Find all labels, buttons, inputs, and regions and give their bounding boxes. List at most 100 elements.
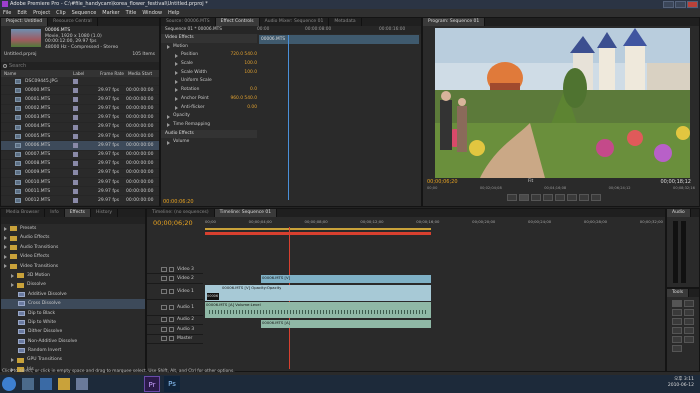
ec-property-row[interactable]: Anti-flicker 0.00 bbox=[161, 104, 257, 113]
expand-triangle-icon[interactable] bbox=[11, 358, 14, 363]
effects-tree-item[interactable]: Video Effects bbox=[1, 252, 145, 261]
tab-program[interactable]: Program: Sequence 01 bbox=[423, 18, 486, 26]
menu-marker[interactable]: Marker bbox=[102, 9, 119, 17]
track-visibility-icon[interactable] bbox=[161, 266, 167, 272]
track-lock-icon[interactable] bbox=[169, 276, 174, 282]
track-lock-icon[interactable] bbox=[169, 326, 174, 332]
close-button[interactable] bbox=[687, 1, 698, 8]
tab-audio-meters[interactable]: Audio bbox=[667, 209, 691, 217]
column-label[interactable]: Label bbox=[73, 70, 100, 77]
clip-video2[interactable]: 00006.MTS [V] bbox=[261, 275, 431, 283]
tab-metadata[interactable]: Metadata bbox=[329, 18, 362, 26]
tab-info[interactable]: Info bbox=[45, 209, 65, 217]
rate-stretch-tool-icon[interactable] bbox=[672, 318, 682, 325]
ec-property-row[interactable]: Opacity bbox=[161, 112, 257, 121]
expand-triangle-icon[interactable] bbox=[175, 105, 178, 110]
expand-triangle-icon[interactable] bbox=[175, 71, 178, 76]
ec-property-row[interactable]: Anchor Point 960.0 540.0 bbox=[161, 95, 257, 104]
step-back-button[interactable] bbox=[507, 194, 517, 201]
effects-tree-item[interactable]: Cross Dissolve bbox=[1, 299, 145, 309]
taskbar-explorer-icon[interactable] bbox=[58, 378, 70, 390]
expand-triangle-icon[interactable] bbox=[167, 114, 170, 119]
expand-triangle-icon[interactable] bbox=[167, 123, 170, 128]
selection-tool-icon[interactable] bbox=[672, 300, 682, 307]
ec-property-row[interactable]: Time Remapping bbox=[161, 121, 257, 130]
track-lock-icon[interactable] bbox=[169, 266, 174, 272]
track-visibility-icon[interactable] bbox=[161, 304, 167, 310]
effects-tree-item[interactable]: GPU Transitions bbox=[1, 355, 145, 364]
minimize-button[interactable] bbox=[663, 1, 674, 8]
ec-property-value[interactable]: 720.0 540.0 bbox=[230, 51, 257, 60]
tab-effects[interactable]: Effects bbox=[64, 209, 92, 217]
program-video-frame[interactable] bbox=[435, 28, 690, 178]
tab-effect-controls[interactable]: Effect Controls bbox=[215, 18, 260, 26]
effects-tree-item[interactable]: Dip to Black bbox=[1, 309, 145, 318]
ec-property-row[interactable]: Uniform Scale bbox=[161, 77, 257, 86]
column-media-start[interactable]: Media Start bbox=[128, 70, 152, 77]
track-header[interactable]: Video 1 bbox=[147, 284, 203, 300]
ripple-edit-tool-icon[interactable] bbox=[672, 309, 682, 316]
ec-property-row[interactable]: Motion bbox=[161, 43, 257, 52]
step-forward-button[interactable] bbox=[531, 194, 541, 201]
effects-tree-item[interactable]: Audio Effects bbox=[1, 233, 145, 242]
expand-triangle-icon[interactable] bbox=[4, 254, 7, 259]
expand-triangle-icon[interactable] bbox=[167, 45, 170, 50]
menu-sequence[interactable]: Sequence bbox=[72, 9, 97, 17]
play-button[interactable] bbox=[519, 194, 529, 201]
hand-tool-icon[interactable] bbox=[684, 336, 694, 343]
tab-source[interactable]: Source: 00006.MTS bbox=[161, 18, 216, 26]
expand-triangle-icon[interactable] bbox=[175, 53, 178, 58]
effects-tree-item[interactable]: Dissolve bbox=[1, 280, 145, 289]
ec-property-row[interactable]: Position 720.0 540.0 bbox=[161, 51, 257, 60]
ec-property-value[interactable]: 0.0 bbox=[250, 86, 257, 95]
track-lock-icon[interactable] bbox=[169, 304, 174, 310]
expand-triangle-icon[interactable] bbox=[11, 283, 14, 288]
track-header[interactable]: Audio 3 bbox=[147, 325, 203, 335]
track-lock-icon[interactable] bbox=[169, 336, 174, 342]
effects-tree-item[interactable]: Audio Transitions bbox=[1, 243, 145, 252]
taskbar-premiere-button[interactable]: Pr bbox=[144, 376, 160, 392]
tab-history[interactable]: History bbox=[91, 209, 119, 217]
track-visibility-icon[interactable] bbox=[161, 336, 167, 342]
track-header[interactable]: Audio 1 bbox=[147, 300, 203, 316]
ec-property-value[interactable]: 100.0 bbox=[244, 69, 257, 78]
expand-triangle-icon[interactable] bbox=[4, 226, 7, 231]
expand-triangle-icon[interactable] bbox=[167, 140, 170, 145]
effects-tree-item[interactable]: Random Invert bbox=[1, 346, 145, 355]
menu-edit[interactable]: Edit bbox=[17, 9, 27, 17]
effects-tree-item[interactable]: Non-Additive Dissolve bbox=[1, 337, 145, 346]
track-lock-icon[interactable] bbox=[169, 317, 174, 323]
effects-search-input[interactable] bbox=[1, 217, 145, 224]
clip-audio1[interactable]: 00006.MTS [A] Volume:Level bbox=[205, 302, 431, 318]
menu-project[interactable]: Project bbox=[33, 9, 50, 17]
track-visibility-icon[interactable] bbox=[161, 317, 167, 323]
expand-triangle-icon[interactable] bbox=[11, 273, 14, 278]
slip-tool-icon[interactable] bbox=[672, 327, 682, 334]
project-item[interactable]: 00012.MTS 29.97 fps 00:00:00:00 bbox=[1, 196, 159, 206]
menu-window[interactable]: Window bbox=[142, 9, 162, 17]
maximize-button[interactable] bbox=[675, 1, 686, 8]
track-header[interactable]: Video 2 bbox=[147, 274, 203, 284]
start-button-icon[interactable] bbox=[2, 377, 16, 391]
ec-property-value[interactable]: 0.00 bbox=[247, 104, 257, 113]
expand-triangle-icon[interactable] bbox=[175, 97, 178, 102]
taskbar-photoshop-button[interactable]: Ps bbox=[164, 376, 180, 392]
track-visibility-icon[interactable] bbox=[161, 288, 167, 294]
tab-audio-mixer[interactable]: Audio Mixer: Sequence 01 bbox=[260, 18, 330, 26]
tab-timeline-none[interactable]: Timeline: (no sequences) bbox=[147, 209, 215, 217]
expand-triangle-icon[interactable] bbox=[4, 236, 7, 241]
ec-property-row[interactable]: Scale Width 100.0 bbox=[161, 69, 257, 78]
tab-project[interactable]: Project: Untitled bbox=[1, 18, 49, 26]
expand-triangle-icon[interactable] bbox=[4, 264, 7, 269]
track-header[interactable]: Audio 2 bbox=[147, 316, 203, 326]
pen-tool-icon[interactable] bbox=[672, 336, 682, 343]
slide-tool-icon[interactable] bbox=[684, 327, 694, 334]
track-visibility-icon[interactable] bbox=[161, 326, 167, 332]
tab-timeline-sequence[interactable]: Timeline: Sequence 01 bbox=[214, 209, 278, 217]
loop-button[interactable] bbox=[543, 194, 553, 201]
effects-tree-item[interactable]: 3D Motion bbox=[1, 271, 145, 280]
search-input[interactable]: Search bbox=[9, 63, 159, 69]
rolling-edit-tool-icon[interactable] bbox=[684, 309, 694, 316]
ec-property-row[interactable]: Scale 100.0 bbox=[161, 60, 257, 69]
expand-triangle-icon[interactable] bbox=[175, 62, 178, 67]
